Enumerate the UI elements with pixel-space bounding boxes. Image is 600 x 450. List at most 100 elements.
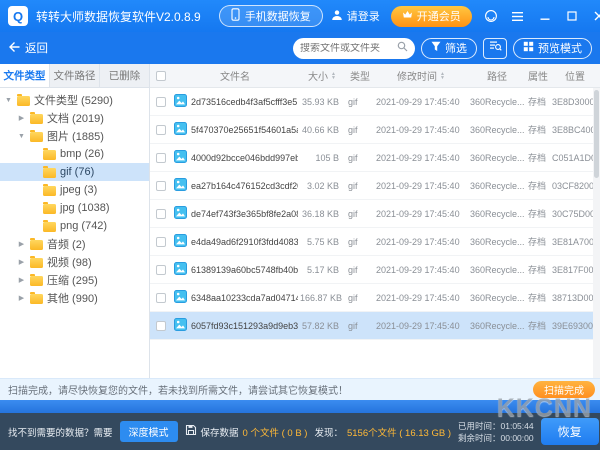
folder-icon <box>43 222 56 232</box>
chevron-right-icon[interactable]: ▶ <box>17 240 26 248</box>
tree-item[interactable]: jpg (1038) <box>0 199 149 217</box>
column-header[interactable]: 文件名 <box>172 68 298 83</box>
row-checkbox[interactable] <box>156 181 166 191</box>
file-modified: 2021-09-29 17:45:40 <box>374 321 468 331</box>
footer-hint: 找不到需要的数据？需要 <box>8 425 113 439</box>
chevron-down-icon[interactable]: ▼ <box>17 133 26 140</box>
deep-mode-button[interactable]: 深度模式 <box>120 421 178 442</box>
column-header[interactable]: 位置 <box>550 68 600 83</box>
folder-icon <box>43 186 56 196</box>
file-path: 360Recycle... <box>468 237 526 247</box>
row-checkbox[interactable] <box>156 321 166 331</box>
gif-file-icon <box>174 234 187 249</box>
sort-icon[interactable]: ▲▼ <box>331 72 336 80</box>
file-name: ea27b164c476152cd3cdf20... <box>191 181 298 191</box>
tree-item[interactable]: ▶ 文档 (2019) <box>0 109 149 127</box>
table-row[interactable]: e4da49ad6f2910f3fdd4083f...5.75 KBgif202… <box>150 228 600 256</box>
tree-item[interactable]: bmp (26) <box>0 145 149 163</box>
preview-mode-label: 预览模式 <box>538 40 582 56</box>
column-header[interactable]: 路径 <box>468 68 526 83</box>
file-modified: 2021-09-29 17:45:40 <box>374 209 468 219</box>
row-checkbox[interactable] <box>156 209 166 219</box>
login-button[interactable]: 请登录 <box>331 8 380 24</box>
back-button[interactable]: 返回 <box>8 40 48 56</box>
row-checkbox[interactable] <box>156 153 166 163</box>
column-header[interactable]: 大小▲▼ <box>298 68 346 83</box>
folder-icon <box>30 258 43 268</box>
select-all-checkbox[interactable] <box>156 71 166 81</box>
table-header: 文件名大小▲▼类型修改时间▲▼路径属性位置 <box>150 64 600 88</box>
sidebar-tab-3[interactable]: 已删除 <box>100 64 149 87</box>
row-checkbox[interactable] <box>156 97 166 107</box>
table-row[interactable]: 2d73516cedb4f3af5cfff3e5...35.93 KBgif20… <box>150 88 600 116</box>
tree-item[interactable]: ▼ 文件类型 (5290) <box>0 91 149 109</box>
table-row[interactable]: 6057fd93c151293a9d9eb32...57.82 KBgif202… <box>150 312 600 340</box>
user-icon <box>331 9 343 24</box>
row-checkbox[interactable] <box>156 265 166 275</box>
file-modified: 2021-09-29 17:45:40 <box>374 181 468 191</box>
sort-icon[interactable]: ▲▼ <box>440 72 445 80</box>
chevron-right-icon[interactable]: ▶ <box>17 258 26 266</box>
tree-item-label: 音频 (2) <box>47 236 86 252</box>
minimize-button[interactable] <box>537 8 553 24</box>
save-label: 保存数据 <box>201 425 239 439</box>
sidebar-tab-2[interactable]: 文件路径 <box>50 64 100 87</box>
chevron-down-icon[interactable]: ▼ <box>4 97 13 104</box>
file-modified: 2021-09-29 17:45:40 <box>374 97 468 107</box>
tree-item[interactable]: ▶其他 (990) <box>0 289 149 307</box>
scan-complete-badge[interactable]: 扫描完成 <box>533 381 595 398</box>
column-header[interactable]: 类型 <box>346 68 374 83</box>
table-row[interactable]: 6348aa10233cda7ad047146...166.87 KBgif20… <box>150 284 600 312</box>
chevron-right-icon[interactable]: ▶ <box>17 276 26 284</box>
scan-progress-bar <box>0 400 600 413</box>
tree-item[interactable]: jpeg (3) <box>0 181 149 199</box>
table-row[interactable]: ea27b164c476152cd3cdf20...3.02 KBgif2021… <box>150 172 600 200</box>
vip-button[interactable]: 开通会员 <box>391 6 472 27</box>
file-name: 6057fd93c151293a9d9eb32... <box>191 321 298 331</box>
tree-item-label: 文件类型 (5290) <box>34 92 113 108</box>
tree-item[interactable]: ▶ 音频 (2) <box>0 235 149 253</box>
chevron-right-icon[interactable]: ▶ <box>17 294 26 302</box>
table-row[interactable]: 5f470370e25651f54601a5a6...40.66 KBgif20… <box>150 116 600 144</box>
maximize-button[interactable] <box>564 8 580 24</box>
tree-item[interactable]: ▶视频 (98) <box>0 253 149 271</box>
gif-file-icon <box>174 122 187 137</box>
row-checkbox[interactable] <box>156 125 166 135</box>
gif-file-icon <box>174 178 187 193</box>
tree-item-label: 文档 (2019) <box>47 110 104 126</box>
file-name: 6348aa10233cda7ad047146... <box>191 293 298 303</box>
toolbar: 返回 筛选 预览模式 <box>0 32 600 64</box>
table-row[interactable]: 61389139a60bc5748fb40b8...5.17 KBgif2021… <box>150 256 600 284</box>
table-row[interactable]: 4000d92bcce046bdd997eb...105 Bgif2021-09… <box>150 144 600 172</box>
row-checkbox[interactable] <box>156 293 166 303</box>
tree-item[interactable]: ▶压缩 (295) <box>0 271 149 289</box>
phone-recovery-button[interactable]: 手机数据恢复 <box>219 5 323 27</box>
vertical-scrollbar[interactable] <box>593 88 600 378</box>
file-path: 360Recycle... <box>468 125 526 135</box>
row-checkbox[interactable] <box>156 237 166 247</box>
recover-button[interactable]: 恢复 <box>541 418 599 445</box>
notice-bar: 扫描完成，请尽快恢复您的文件，若未找到所需文件，请尝试其它恢复模式！ 扫描完成 <box>0 378 600 400</box>
column-header[interactable]: 属性 <box>526 68 550 83</box>
tree-item-label: png (742) <box>60 220 107 232</box>
scrollbar-thumb[interactable] <box>594 90 599 178</box>
search-settings-button[interactable] <box>483 38 507 59</box>
table-row[interactable]: de74ef743f3e365bf8fe2a08...36.18 KBgif20… <box>150 200 600 228</box>
chevron-right-icon[interactable]: ▶ <box>17 114 26 122</box>
tree-item[interactable]: ▼图片 (1885) <box>0 127 149 145</box>
preview-mode-button[interactable]: 预览模式 <box>513 38 592 59</box>
search-input[interactable] <box>300 43 393 54</box>
tree-item[interactable]: gif (76) <box>0 163 149 181</box>
tree-item[interactable]: png (742) <box>0 217 149 235</box>
close-button[interactable] <box>591 8 600 24</box>
column-header[interactable]: 修改时间▲▼ <box>374 68 468 83</box>
tree-item-label: jpeg (3) <box>60 184 97 196</box>
file-size: 40.66 KB <box>298 125 346 135</box>
save-data-group[interactable]: 保存数据 0 个文件 ( 0 B ) <box>185 424 308 439</box>
filter-button[interactable]: 筛选 <box>421 38 477 59</box>
search-icon[interactable] <box>397 39 408 57</box>
customer-service-icon[interactable] <box>483 8 499 24</box>
sidebar-tab-1[interactable]: 文件类型 <box>0 64 50 87</box>
file-path: 360Recycle... <box>468 265 526 275</box>
menu-icon[interactable] <box>510 8 526 24</box>
